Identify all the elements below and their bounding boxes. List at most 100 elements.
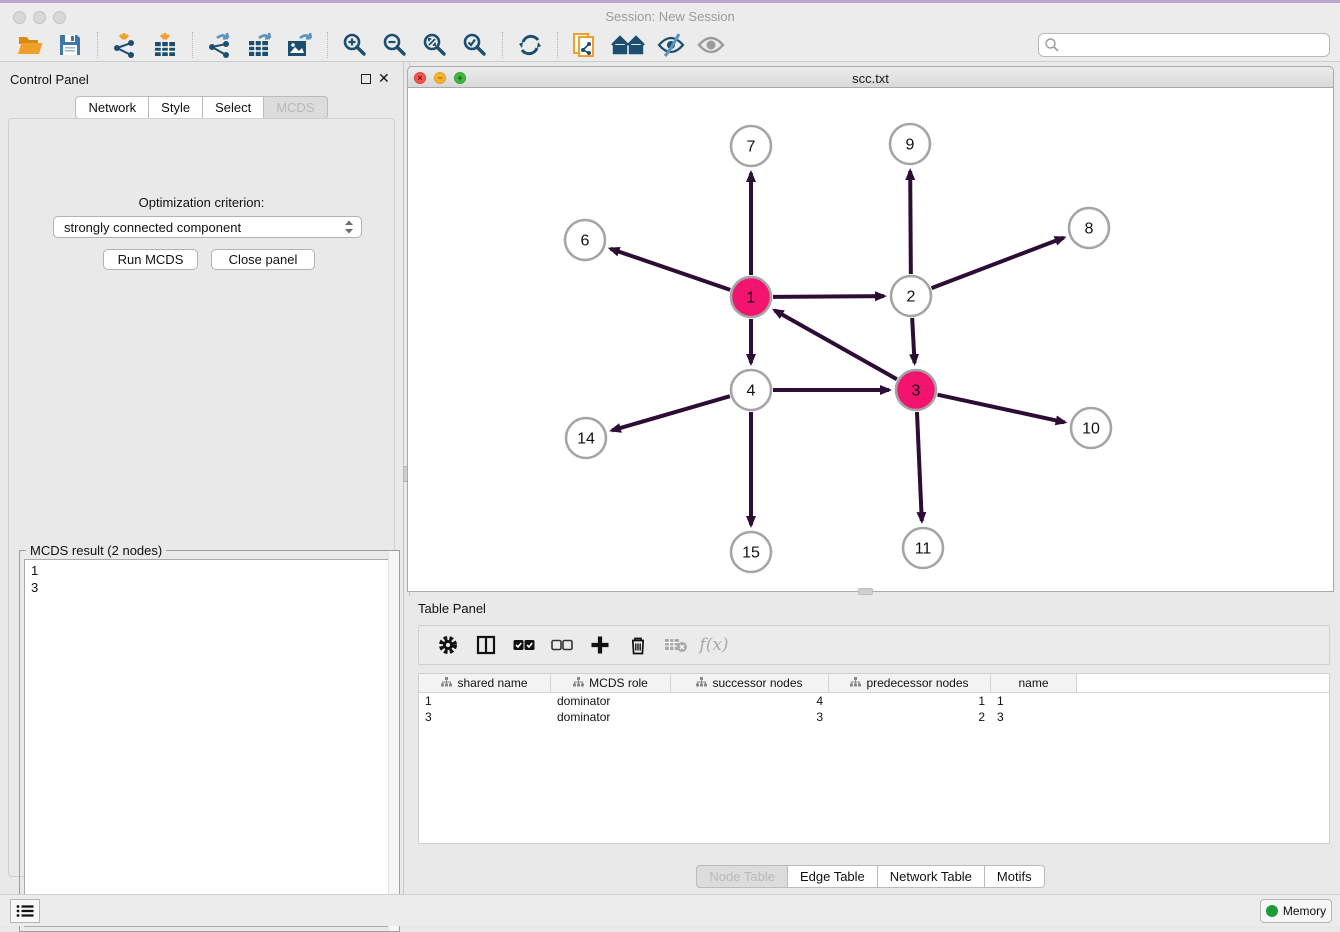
graph-node-label: 11 (915, 541, 932, 558)
graph-node-label: 3 (912, 383, 921, 400)
graph-node-label: 6 (581, 233, 590, 250)
mcds-tab-content: Optimization criterion: strongly connect… (8, 118, 395, 877)
toolbar-separator (557, 32, 558, 58)
memory-button[interactable]: Memory (1260, 899, 1332, 923)
tab-mcds[interactable]: MCDS (264, 96, 327, 119)
graph-node-label: 1 (747, 290, 756, 307)
tab-network[interactable]: Network (75, 96, 149, 119)
apply-layout-icon[interactable] (515, 31, 545, 59)
float-panel-icon[interactable] (361, 74, 371, 84)
graph-node-label: 9 (906, 137, 915, 154)
hide-selected-icon[interactable] (656, 31, 686, 59)
column-header-successor-nodes[interactable]: successor nodes (671, 674, 829, 692)
table-cell[interactable]: 3 (671, 709, 829, 725)
graph-edge-2-3[interactable] (912, 318, 914, 363)
toolbar-separator (192, 32, 193, 58)
create-column-icon[interactable] (588, 633, 612, 657)
graph-edge-3-1[interactable] (775, 310, 897, 379)
column-header-predecessor-nodes[interactable]: predecessor nodes (829, 674, 991, 692)
table-panel-tabs: Node TableEdge TableNetwork TableMotifs (407, 865, 1334, 888)
network-canvas[interactable]: 7968124314101511 (407, 88, 1334, 592)
mcds-result-text[interactable]: 1 3 (24, 559, 395, 927)
new-network-icon[interactable] (570, 31, 600, 59)
search-input[interactable] (1060, 35, 1329, 55)
search-field[interactable] (1038, 33, 1330, 57)
table-cell[interactable]: dominator (551, 709, 671, 725)
save-session-icon[interactable] (55, 31, 85, 59)
tab-motifs[interactable]: Motifs (985, 865, 1045, 888)
optimization-criterion-label: Optimization criterion: (9, 195, 394, 210)
show-hidden-icon[interactable] (696, 31, 726, 59)
delete-column-icon[interactable] (626, 633, 650, 657)
export-table-icon[interactable] (245, 31, 275, 59)
attribute-icon (850, 676, 861, 690)
mcds-result-group: MCDS result (2 nodes) 1 3 (19, 550, 400, 932)
deselect-all-icon[interactable] (550, 633, 574, 657)
import-table-icon[interactable] (150, 31, 180, 59)
node-table[interactable]: shared nameMCDS rolesuccessor nodesprede… (418, 673, 1330, 844)
horizontal-splitter-grip[interactable] (858, 588, 873, 595)
graph-edge-4-14[interactable] (612, 396, 730, 430)
zoom-in-icon[interactable] (340, 31, 370, 59)
select-all-icon[interactable] (512, 633, 536, 657)
open-file-icon[interactable] (15, 31, 45, 59)
graph-node-label: 15 (742, 545, 760, 562)
window-title: Session: New Session (0, 9, 1340, 24)
close-panel-icon[interactable]: ✕ (378, 71, 390, 85)
attribute-icon (441, 676, 452, 690)
delete-table-icon-disabled (664, 633, 688, 657)
export-image-icon[interactable] (285, 31, 315, 59)
export-network-icon[interactable] (205, 31, 235, 59)
table-cell[interactable]: dominator (551, 693, 671, 709)
column-header-shared-name[interactable]: shared name (419, 674, 551, 692)
graph-edge-1-2[interactable] (773, 296, 884, 297)
network-window-title: scc.txt (408, 71, 1333, 86)
column-header-MCDS-role[interactable]: MCDS role (551, 674, 671, 692)
function-builder-icon-disabled: f(x) (702, 633, 726, 657)
control-panel: Control Panel ✕ NetworkStyleSelectMCDS O… (0, 62, 403, 894)
show-columns-icon[interactable] (474, 633, 498, 657)
tab-node-table[interactable]: Node Table (696, 865, 788, 888)
toolbar-separator (97, 32, 98, 58)
zoom-out-icon[interactable] (380, 31, 410, 59)
table-cell[interactable]: 1 (991, 693, 1077, 709)
main-toolbar (0, 28, 1340, 62)
graph-node-label: 2 (907, 289, 916, 306)
table-header-row: shared nameMCDS rolesuccessor nodesprede… (419, 674, 1329, 693)
zoom-fit-icon[interactable] (420, 31, 450, 59)
graph-edge-3-11[interactable] (917, 412, 922, 521)
close-panel-button[interactable]: Close panel (211, 249, 315, 270)
gear-icon[interactable] (436, 633, 460, 657)
graph-edge-3-10[interactable] (937, 395, 1064, 423)
table-cell[interactable]: 3 (419, 709, 551, 725)
network-window-titlebar[interactable]: × − + scc.txt (407, 66, 1334, 88)
network-graph[interactable]: 7968124314101511 (408, 88, 1333, 590)
memory-status-icon (1266, 905, 1278, 917)
table-panel: Table Panel ✕ f(x) (407, 596, 1334, 894)
network-view-window: × − + scc.txt 7968124314101511 (407, 66, 1334, 592)
optimization-criterion-dropdown[interactable]: strongly connected component (53, 216, 362, 238)
result-scrollbar[interactable] (388, 551, 399, 931)
tab-edge-table[interactable]: Edge Table (788, 865, 878, 888)
table-cell[interactable]: 3 (991, 709, 1077, 725)
graph-edge-1-6[interactable] (611, 249, 731, 290)
toolbar-separator (502, 32, 503, 58)
task-history-button[interactable] (10, 899, 40, 923)
table-row[interactable]: 1dominator411 (419, 693, 1329, 709)
tab-select[interactable]: Select (203, 96, 264, 119)
graph-edge-2-8[interactable] (932, 238, 1064, 289)
show-all-icon[interactable] (610, 31, 646, 59)
tab-style[interactable]: Style (149, 96, 203, 119)
column-header-name[interactable]: name (991, 674, 1077, 692)
table-cell[interactable]: 2 (829, 709, 991, 725)
graph-edge-2-9[interactable] (910, 171, 911, 274)
table-cell[interactable]: 1 (419, 693, 551, 709)
zoom-selected-icon[interactable] (460, 31, 490, 59)
table-row[interactable]: 3dominator323 (419, 709, 1329, 725)
tab-network-table[interactable]: Network Table (878, 865, 985, 888)
run-mcds-button[interactable]: Run MCDS (103, 249, 198, 270)
table-cell[interactable]: 4 (671, 693, 829, 709)
table-cell[interactable]: 1 (829, 693, 991, 709)
import-network-icon[interactable] (110, 31, 140, 59)
graph-node-label: 10 (1082, 421, 1100, 438)
